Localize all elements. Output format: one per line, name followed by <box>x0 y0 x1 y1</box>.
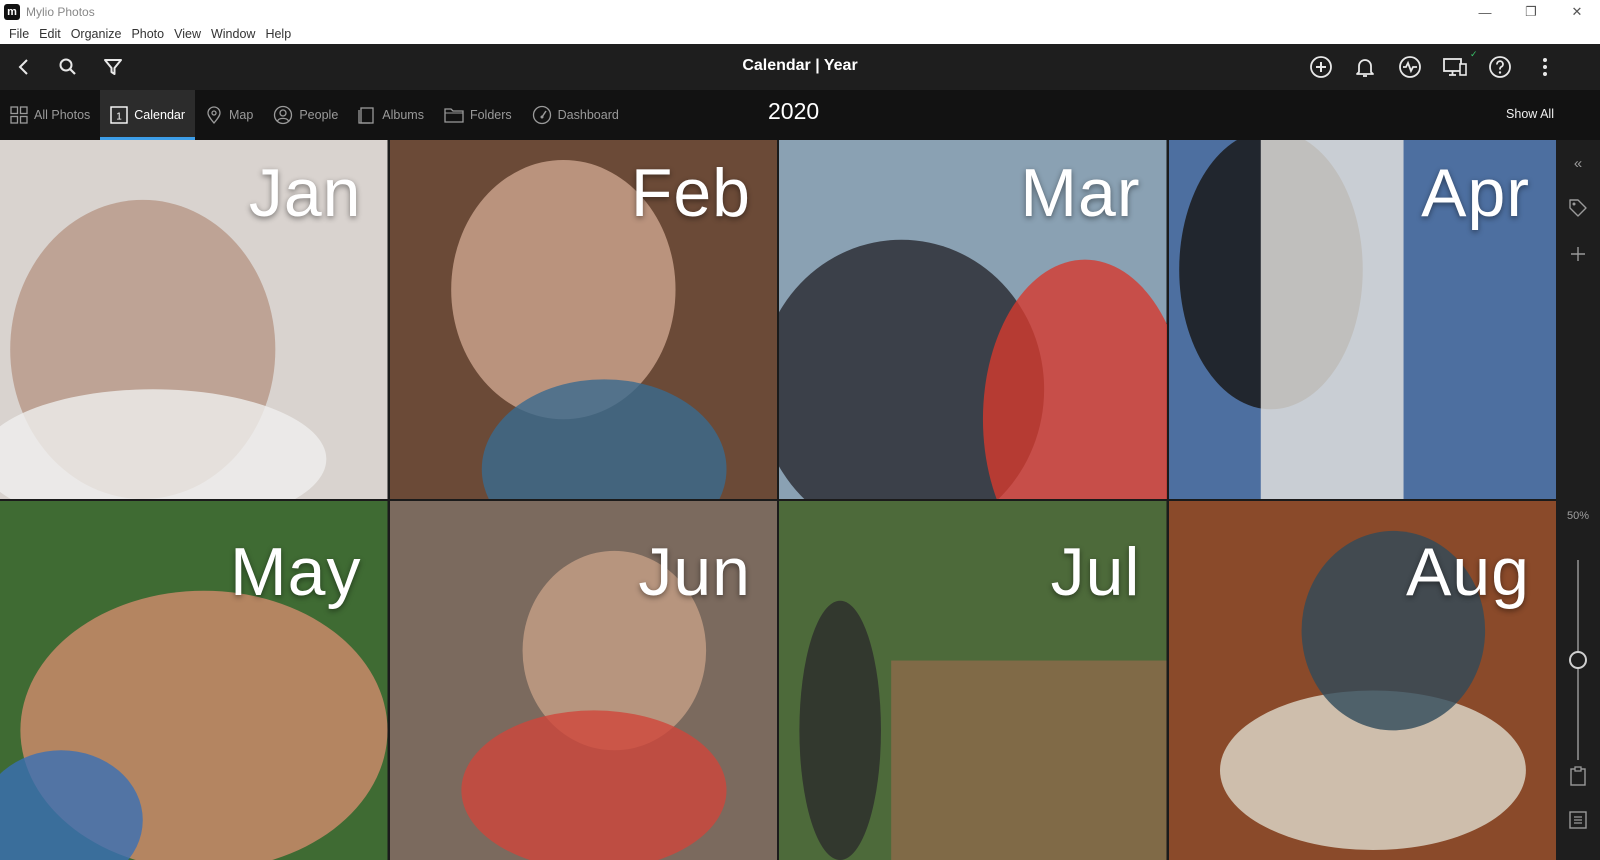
menu-organize[interactable]: Organize <box>66 27 127 41</box>
add-icon[interactable] <box>1306 52 1336 82</box>
back-icon[interactable] <box>9 52 39 82</box>
folder-icon <box>444 108 464 123</box>
tab-all-photos[interactable]: All Photos <box>0 90 100 140</box>
month-label: Jun <box>638 534 751 610</box>
devices-icon[interactable] <box>1440 52 1470 82</box>
month-tile-mar[interactable]: Mar <box>779 140 1167 499</box>
month-label: Apr <box>1421 155 1530 231</box>
help-icon[interactable] <box>1485 52 1515 82</box>
menu-photo[interactable]: Photo <box>126 27 169 41</box>
month-tile-apr[interactable]: Apr <box>1168 140 1556 499</box>
show-all-button[interactable]: Show All <box>1506 107 1554 121</box>
month-label: Jul <box>1050 534 1141 610</box>
add-tag-icon[interactable] <box>1556 242 1600 266</box>
window-title: Mylio Photos <box>26 5 95 19</box>
tab-label: All Photos <box>34 108 91 122</box>
grid-icon <box>10 106 28 124</box>
activity-icon[interactable] <box>1395 52 1425 82</box>
menu-window[interactable]: Window <box>206 27 260 41</box>
calendar-icon: 1 <box>110 106 128 124</box>
close-button[interactable]: ✕ <box>1554 0 1600 24</box>
right-sidebar: « 50% <box>1556 140 1600 860</box>
tag-icon[interactable] <box>1556 196 1600 220</box>
window-title-bar: m Mylio Photos — ❐ ✕ <box>0 0 1600 24</box>
month-tile-jul[interactable]: Jul <box>779 501 1167 860</box>
month-tile-jun[interactable]: Jun <box>389 501 777 860</box>
month-tile-feb[interactable]: Feb <box>389 140 777 499</box>
person-icon <box>274 105 293 125</box>
album-icon <box>358 107 374 124</box>
filter-icon[interactable] <box>98 52 128 82</box>
tab-albums[interactable]: Albums <box>348 90 434 140</box>
tab-folders[interactable]: Folders <box>434 90 522 140</box>
year-label: 2020 <box>768 98 820 124</box>
month-tile-may[interactable]: May <box>0 501 388 860</box>
tab-label: People <box>299 108 339 122</box>
month-label: Aug <box>1406 534 1530 610</box>
bell-icon[interactable] <box>1350 52 1380 82</box>
tab-label: Albums <box>382 108 424 122</box>
collapse-sidebar-icon[interactable]: « <box>1556 152 1600 174</box>
menu-file[interactable]: File <box>4 27 34 41</box>
month-tile-aug[interactable]: Aug <box>1168 501 1556 860</box>
window-controls: — ❐ ✕ <box>1462 0 1600 24</box>
view-nav-bar: All Photos 1 Calendar Map People Albums … <box>0 90 1600 140</box>
sync-ok-icon: ✓ <box>1470 49 1478 59</box>
tab-calendar[interactable]: 1 Calendar <box>100 90 196 140</box>
tab-label: Map <box>229 108 254 122</box>
tab-label: Calendar <box>134 108 186 122</box>
zoom-slider-thumb[interactable] <box>1569 651 1587 669</box>
menu-help[interactable]: Help <box>260 27 296 41</box>
minimize-button[interactable]: — <box>1462 0 1508 24</box>
tab-dashboard[interactable]: Dashboard <box>522 90 629 140</box>
menu-view[interactable]: View <box>169 27 206 41</box>
list-icon[interactable] <box>1556 808 1600 832</box>
month-label: Feb <box>630 155 751 231</box>
tab-label: Folders <box>469 108 512 122</box>
month-label: Mar <box>1020 155 1141 231</box>
app-logo: m <box>4 4 20 20</box>
menu-bar: File Edit Organize Photo View Window Hel… <box>0 24 1600 44</box>
restore-button[interactable]: ❐ <box>1508 0 1554 24</box>
view-tabs: All Photos 1 Calendar Map People Albums … <box>0 90 629 140</box>
month-photo-grid: Jan Feb Mar Apr May Jun Jul Aug <box>0 140 1556 860</box>
clipboard-icon[interactable] <box>1556 764 1600 788</box>
zoom-percent: 50% <box>1566 510 1590 522</box>
search-icon[interactable] <box>53 52 83 82</box>
menu-edit[interactable]: Edit <box>34 27 66 41</box>
tab-label: Dashboard <box>557 108 619 122</box>
tab-map[interactable]: Map <box>195 90 263 140</box>
app-toolbar: Calendar | Year ✓ <box>0 44 1600 90</box>
more-icon[interactable] <box>1530 52 1560 82</box>
month-label: May <box>230 534 362 610</box>
month-label: Jan <box>248 155 362 231</box>
svg-text:1: 1 <box>117 112 123 123</box>
dashboard-icon <box>532 105 551 125</box>
month-tile-jan[interactable]: Jan <box>0 140 388 499</box>
tab-people[interactable]: People <box>263 90 348 140</box>
map-pin-icon <box>207 106 221 124</box>
